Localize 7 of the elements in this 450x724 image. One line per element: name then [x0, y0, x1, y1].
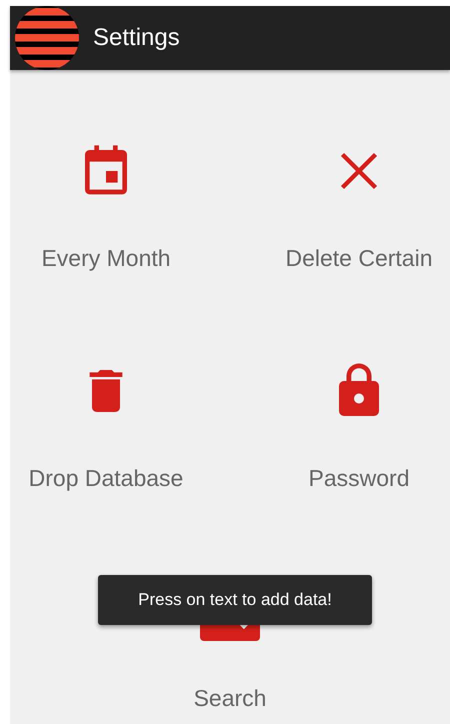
toast-message: Press on text to add data!: [98, 575, 372, 625]
setting-option[interactable]: Search: [194, 686, 266, 710]
setting-option[interactable]: Every Month: [41, 246, 171, 270]
setting-option[interactable]: Delete Certain: [285, 246, 433, 270]
setting-option[interactable]: Drop Database: [28, 466, 184, 490]
screen-title: Settings: [93, 24, 180, 52]
setting-option[interactable]: Password: [308, 466, 410, 490]
